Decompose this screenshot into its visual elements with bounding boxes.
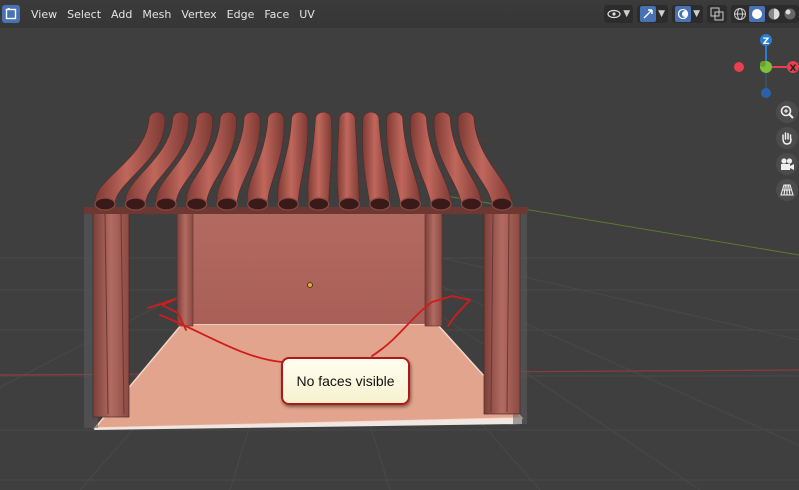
roof-tile-end — [94, 197, 116, 211]
roof-tile-end — [491, 197, 513, 211]
annotation-callout: No faces visible — [281, 357, 410, 405]
back-wall — [183, 212, 439, 324]
wireframe-shading-icon[interactable] — [733, 7, 747, 21]
menu-mesh[interactable]: Mesh — [137, 5, 176, 24]
roof-tile-end — [338, 197, 360, 211]
xray-toggle[interactable] — [707, 5, 727, 23]
cube-icon — [5, 8, 17, 20]
roof-tile-end — [247, 197, 269, 211]
eye-icon — [607, 9, 621, 19]
overlays-icon — [675, 6, 692, 22]
hand-pan-icon — [782, 132, 792, 145]
menu-view[interactable]: View — [26, 5, 62, 24]
object-origin — [307, 282, 313, 288]
header-menus: View Select Add Mesh Vertex Edge Face UV — [26, 5, 320, 24]
menu-add[interactable]: Add — [106, 5, 137, 24]
material-shading-icon[interactable] — [767, 7, 781, 21]
navigation-gizmo[interactable]: Z X — [725, 30, 799, 110]
roof-tile-end — [460, 197, 483, 211]
menu-face[interactable]: Face — [259, 5, 294, 24]
roof-tile-end — [308, 197, 330, 211]
z-axis-label: Z — [763, 37, 770, 47]
roof-tiles — [94, 111, 513, 211]
rendered-shading-icon[interactable] — [783, 7, 797, 21]
neg-z-axis-handle — [761, 88, 771, 98]
editor-type-button[interactable] — [2, 5, 20, 23]
menu-uv[interactable]: UV — [294, 5, 320, 24]
grid-perspective-icon — [780, 184, 794, 196]
front-post-left — [84, 210, 130, 428]
menu-vertex[interactable]: Vertex — [176, 5, 221, 24]
xray-icon — [710, 7, 724, 21]
viewport-header: View Select Add Mesh Vertex Edge Face UV… — [0, 0, 799, 28]
roof-tile — [336, 111, 360, 205]
roof-tile-end — [155, 197, 177, 211]
neg-x-axis-handle — [734, 62, 744, 72]
overlays-dropdown[interactable]: ▼ — [672, 5, 703, 23]
menu-select[interactable]: Select — [62, 5, 106, 24]
roof-tile-end — [124, 197, 147, 211]
camera-icon — [781, 158, 794, 170]
shading-modes — [731, 5, 799, 23]
gizmo-dropdown[interactable]: ▼ — [637, 5, 669, 23]
transform-gizmo-icon — [640, 6, 657, 22]
roof-tile — [362, 111, 391, 205]
roof-tile — [307, 111, 333, 205]
roof-tile-end — [399, 197, 421, 211]
scene — [0, 111, 799, 490]
3d-viewport[interactable]: View Select Add Mesh Vertex Edge Face UV… — [0, 0, 799, 490]
camera-view-button[interactable] — [776, 153, 798, 175]
pan-button[interactable] — [776, 127, 798, 149]
zoom-icon — [780, 105, 794, 119]
callout-text: No faces visible — [296, 373, 395, 389]
x-axis-label: X — [790, 64, 797, 74]
roof-tile-end — [277, 197, 299, 211]
roof-tile-end — [216, 197, 238, 211]
visibility-dropdown[interactable]: ▼ — [604, 5, 634, 23]
menu-edge[interactable]: Edge — [222, 5, 260, 24]
solid-shading-icon[interactable] — [749, 6, 765, 22]
front-post-right — [483, 210, 527, 424]
roof-tile-end — [369, 197, 391, 211]
roof-tile-end — [186, 197, 208, 211]
header-right-tools: ▼ ▼ ▼ — [604, 4, 799, 24]
roof-tile-end — [430, 197, 452, 211]
perspective-toggle-button[interactable] — [776, 179, 798, 201]
neg-y-axis-handle — [760, 61, 766, 67]
roof-beam — [84, 207, 528, 214]
zoom-button[interactable] — [776, 101, 798, 123]
